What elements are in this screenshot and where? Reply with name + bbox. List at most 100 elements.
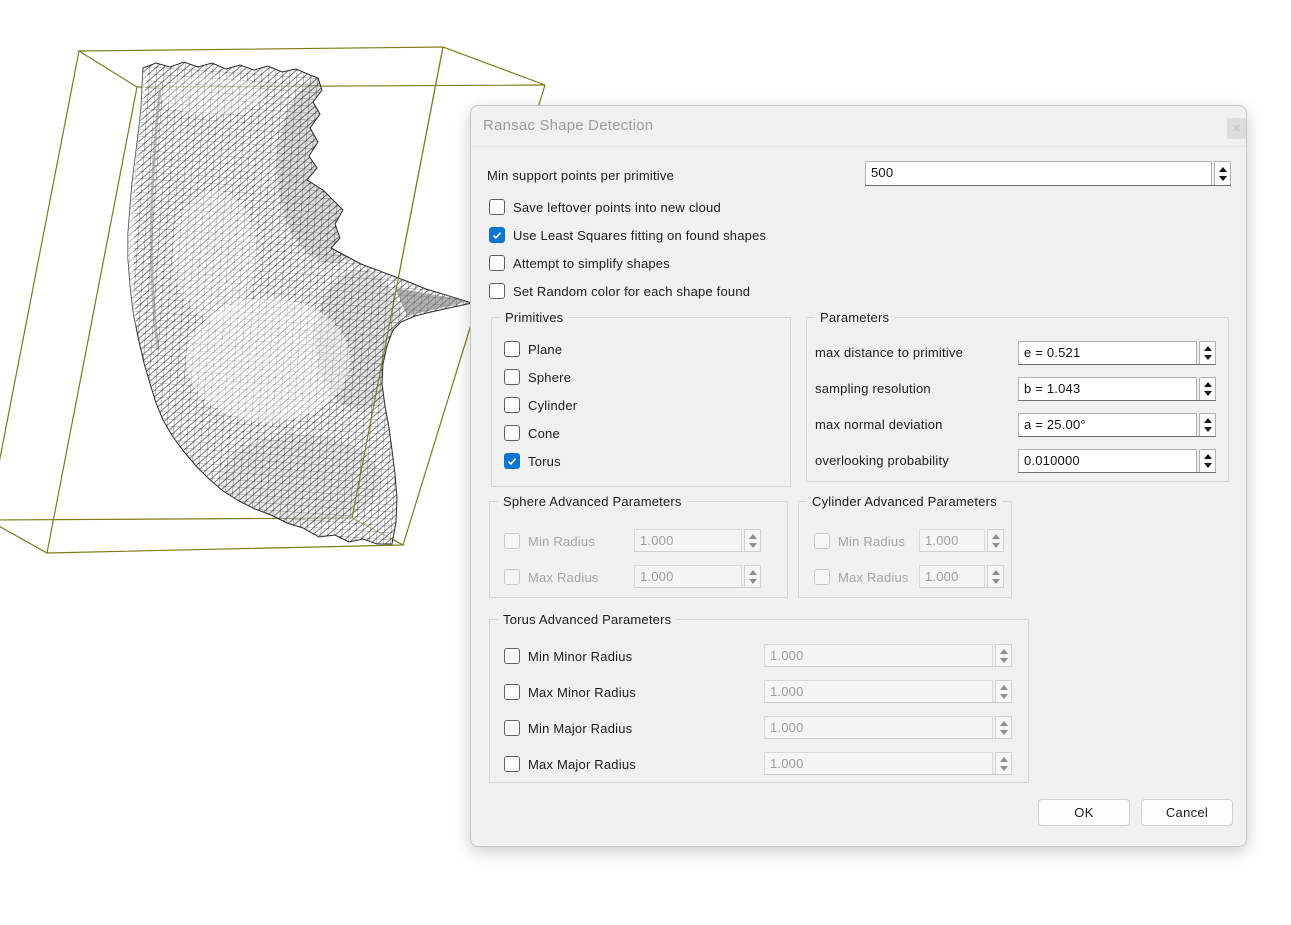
sphere-advanced-group: Sphere Advanced Parameters Min Radius 1.…: [489, 501, 788, 598]
spin-up-icon: [1000, 721, 1008, 726]
checkbox: [814, 569, 830, 585]
torus-min-minor-spinbox: 1.000: [764, 644, 1012, 667]
primitive-torus[interactable]: Torus: [504, 452, 561, 470]
torus-max-major-row[interactable]: Max Major Radius: [504, 755, 636, 773]
torus-min-major-row[interactable]: Min Major Radius: [504, 719, 632, 737]
min-support-spinbox[interactable]: 500: [865, 161, 1231, 186]
checkbox[interactable]: [489, 199, 505, 215]
checkbox[interactable]: [504, 369, 520, 385]
param-value[interactable]: 0.010000: [1018, 449, 1197, 472]
sphere-group-title: Sphere Advanced Parameters: [498, 494, 687, 509]
spin-down-icon: [1000, 730, 1008, 735]
checkbox-label: Min Radius: [838, 534, 905, 549]
mesh-surface: [120, 47, 480, 560]
checkbox[interactable]: [504, 341, 520, 357]
spin-down-icon[interactable]: [1204, 427, 1212, 432]
checkbox: [504, 569, 520, 585]
checkbox[interactable]: [489, 283, 505, 299]
param-value[interactable]: e = 0.521: [1018, 341, 1197, 364]
checkbox[interactable]: [504, 648, 520, 664]
spin-down-icon: [1000, 694, 1008, 699]
primitive-plane[interactable]: Plane: [504, 340, 562, 358]
checkbox: [504, 533, 520, 549]
spin-up-icon[interactable]: [1204, 418, 1212, 423]
spin-down-icon: [1000, 766, 1008, 771]
spin-down-icon[interactable]: [1204, 355, 1212, 360]
param-label: max distance to primitive: [815, 345, 963, 360]
spinner[interactable]: [1199, 341, 1216, 364]
cylinder-min-radius-spinbox: 1.000: [919, 529, 1004, 552]
sphere-max-radius-row: Max Radius: [504, 568, 599, 586]
checkbox[interactable]: [504, 756, 520, 772]
ok-button[interactable]: OK: [1038, 799, 1130, 826]
value: 1.000: [764, 752, 993, 774]
param-value[interactable]: a = 25.00°: [1018, 413, 1197, 436]
checkbox-row-save-leftover[interactable]: Save leftover points into new cloud: [489, 198, 721, 216]
cylinder-min-radius-row: Min Radius: [814, 532, 905, 550]
spinner: [744, 529, 761, 551]
checkbox-label: Min Major Radius: [528, 721, 632, 736]
spinner[interactable]: [1199, 449, 1216, 472]
checkbox-label: Save leftover points into new cloud: [513, 200, 721, 215]
value: 1.000: [919, 565, 985, 587]
checkbox[interactable]: [504, 684, 520, 700]
primitive-sphere[interactable]: Sphere: [504, 368, 571, 386]
param-value[interactable]: b = 1.043: [1018, 377, 1197, 400]
torus-min-minor-row[interactable]: Min Minor Radius: [504, 647, 632, 665]
value: 1.000: [764, 716, 993, 738]
min-support-value[interactable]: 500: [865, 161, 1212, 185]
spinner[interactable]: [1199, 413, 1216, 436]
checkbox-label: Max Radius: [528, 570, 599, 585]
checkbox[interactable]: [504, 720, 520, 736]
spin-up-icon[interactable]: [1219, 167, 1227, 172]
spin-up-icon: [1000, 757, 1008, 762]
check-icon: [506, 455, 518, 467]
close-button[interactable]: ✕: [1227, 118, 1246, 139]
checkbox[interactable]: [489, 255, 505, 271]
spin-down-icon[interactable]: [1204, 391, 1212, 396]
cancel-button[interactable]: Cancel: [1141, 799, 1233, 826]
spin-up-icon[interactable]: [1204, 382, 1212, 387]
checkbox-label: Cylinder: [528, 398, 577, 413]
spinner[interactable]: [1199, 377, 1216, 400]
primitive-cone[interactable]: Cone: [504, 424, 560, 442]
checkbox-label: Set Random color for each shape found: [513, 284, 750, 299]
checkbox-label: Max Major Radius: [528, 757, 636, 772]
spin-up-icon: [749, 534, 757, 539]
checkbox-label: Sphere: [528, 370, 571, 385]
checkbox[interactable]: [504, 425, 520, 441]
parameters-group-title: Parameters: [815, 310, 894, 325]
value: 1.000: [919, 529, 985, 551]
min-support-spinner[interactable]: [1214, 161, 1231, 185]
spinner: [995, 680, 1012, 702]
primitives-group-title: Primitives: [500, 310, 568, 325]
checkbox-row-least-squares[interactable]: Use Least Squares fitting on found shape…: [489, 226, 766, 244]
max-normal-deviation-spinbox[interactable]: a = 25.00°: [1018, 413, 1216, 437]
spin-down-icon[interactable]: [1204, 463, 1212, 468]
torus-max-minor-spinbox: 1.000: [764, 680, 1012, 703]
overlooking-probability-spinbox[interactable]: 0.010000: [1018, 449, 1216, 473]
max-distance-spinbox[interactable]: e = 0.521: [1018, 341, 1216, 365]
checkbox-label: Min Minor Radius: [528, 649, 632, 664]
checkbox-label: Max Minor Radius: [528, 685, 636, 700]
sphere-max-radius-spinbox: 1.000: [634, 565, 761, 588]
min-support-label: Min support points per primitive: [487, 168, 674, 183]
checkbox-row-random-color[interactable]: Set Random color for each shape found: [489, 282, 750, 300]
spin-up-icon[interactable]: [1204, 346, 1212, 351]
checkbox[interactable]: [504, 397, 520, 413]
titlebar-separator: [471, 146, 1246, 147]
checkbox-row-simplify[interactable]: Attempt to simplify shapes: [489, 254, 670, 272]
primitive-cylinder[interactable]: Cylinder: [504, 396, 577, 414]
spinner: [995, 716, 1012, 738]
torus-max-minor-row[interactable]: Max Minor Radius: [504, 683, 636, 701]
spin-up-icon[interactable]: [1204, 454, 1212, 459]
dialog-title: Ransac Shape Detection: [483, 117, 653, 134]
checkbox[interactable]: [489, 227, 505, 243]
close-icon: ✕: [1232, 122, 1241, 135]
checkbox[interactable]: [504, 453, 520, 469]
spin-down-icon[interactable]: [1219, 176, 1227, 181]
spinner: [995, 752, 1012, 774]
sampling-resolution-spinbox[interactable]: b = 1.043: [1018, 377, 1216, 401]
checkbox-label: Min Radius: [528, 534, 595, 549]
checkbox-label: Use Least Squares fitting on found shape…: [513, 228, 766, 243]
